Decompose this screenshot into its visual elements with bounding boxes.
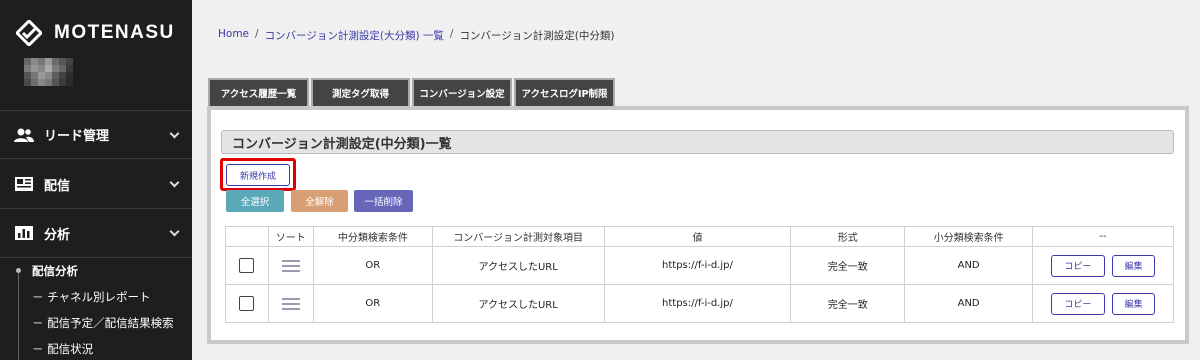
tab-conversion-settings[interactable]: コンバージョン設定 [412,78,512,106]
panel-title: コンバージョン計測設定(中分類)一覧 [221,130,1174,154]
bar-chart-icon [14,225,34,241]
submenu-delivery-analysis[interactable]: 配信分析 [0,258,192,284]
breadcrumb-parent-link[interactable]: コンバージョン計測設定(大分類) 一覧 [265,28,444,43]
nav-label: 配信 [44,178,71,194]
sidebar: MOTENASU リード管理 配信 分析 配信分析 － チャネル別レポート － … [0,0,192,360]
col-header-format: 形式 [790,226,906,247]
row-actions: コピー 編集 [1032,284,1174,323]
chevron-down-icon [169,226,180,237]
col-header-target: コンバージョン計測対象項目 [431,226,605,247]
nav-label: 分析 [44,227,71,243]
analytics-submenu: 配信分析 － チャネル別レポート － 配信予定／配信結果検索 － 配信状況 [0,258,192,360]
row-sort-cell [267,284,314,323]
submenu-delivery-status[interactable]: － 配信状況 [0,336,192,360]
table-row: OR アクセスしたURL https://f-i-d.jp/ 完全一致 AND … [225,246,1174,285]
chevron-down-icon [169,177,180,188]
row-format: 完全一致 [790,284,906,323]
col-header-condition: 中分類検索条件 [312,226,433,247]
row-target: アクセスしたURL [431,284,605,323]
col-header-sub-condition: 小分類検索条件 [904,226,1034,247]
table-row: OR アクセスしたURL https://f-i-d.jp/ 完全一致 AND … [225,284,1174,323]
submenu-channel-report[interactable]: － チャネル別レポート [0,284,192,310]
edit-button[interactable]: 編集 [1112,254,1156,277]
users-icon [14,127,34,143]
nav-analytics[interactable]: 分析 [0,209,192,258]
content-panel: コンバージョン計測設定(中分類)一覧 新規作成 全選択 全解除 一括削除 ソート… [207,106,1189,344]
breadcrumb: Home / コンバージョン計測設定(大分類) 一覧 / コンバージョン計測設定… [218,28,614,43]
row-sort-cell [267,246,314,285]
breadcrumb-separator: / [449,28,454,40]
row-checkbox[interactable] [239,258,255,273]
row-value: https://f-i-d.jp/ [603,246,792,285]
copy-button[interactable]: コピー [1050,292,1105,315]
tab-access-log-ip[interactable]: アクセスログIP制限 [514,78,615,106]
row-condition: OR [312,246,433,285]
edit-button[interactable]: 編集 [1112,292,1156,315]
breadcrumb-home-link[interactable]: Home [218,28,249,43]
drag-handle-icon[interactable] [281,297,300,310]
nav-lead-management[interactable]: リード管理 [0,110,192,159]
row-format: 完全一致 [790,246,906,285]
submenu-delivery-search[interactable]: － 配信予定／配信結果検索 [0,310,192,336]
tab-bar: アクセス履歴一覧 測定タグ取得 コンバージョン設定 アクセスログIP制限 [208,78,615,106]
col-header-actions: -- [1032,226,1174,247]
nav-label: リード管理 [44,129,110,144]
bulk-delete-button[interactable]: 一括削除 [354,190,413,212]
tab-access-history[interactable]: アクセス履歴一覧 [208,78,309,106]
row-actions: コピー 編集 [1032,246,1174,285]
conversion-table: ソート 中分類検索条件 コンバージョン計測対象項目 値 形式 小分類検索条件 -… [225,226,1174,323]
row-select-cell [225,284,269,323]
col-header-sort: ソート [267,226,314,247]
nav-delivery[interactable]: 配信 [0,160,192,209]
row-checkbox[interactable] [239,296,255,311]
logo-text: MOTENASU [54,22,175,43]
motenasu-logo-icon [14,18,44,48]
drag-handle-icon[interactable] [281,259,300,272]
new-create-button[interactable]: 新規作成 [226,164,290,186]
user-avatar-blurred [24,58,73,86]
deselect-all-button[interactable]: 全解除 [291,190,348,212]
select-all-button[interactable]: 全選択 [226,190,284,212]
row-value: https://f-i-d.jp/ [603,284,792,323]
row-sub-condition: AND [904,246,1034,285]
col-header-select [225,226,269,247]
tab-measurement-tag[interactable]: 測定タグ取得 [311,78,410,106]
row-select-cell [225,246,269,285]
newsletter-icon [14,176,34,192]
row-sub-condition: AND [904,284,1034,323]
copy-button[interactable]: コピー [1050,254,1105,277]
row-condition: OR [312,284,433,323]
chevron-down-icon [169,128,180,139]
col-header-value: 値 [603,226,792,247]
breadcrumb-current: コンバージョン計測設定(中分類) [459,30,615,42]
row-target: アクセスしたURL [431,246,605,285]
logo[interactable]: MOTENASU [14,18,175,48]
breadcrumb-separator: / [255,28,259,40]
table-header-row: ソート 中分類検索条件 コンバージョン計測対象項目 値 形式 小分類検索条件 -… [225,226,1174,247]
